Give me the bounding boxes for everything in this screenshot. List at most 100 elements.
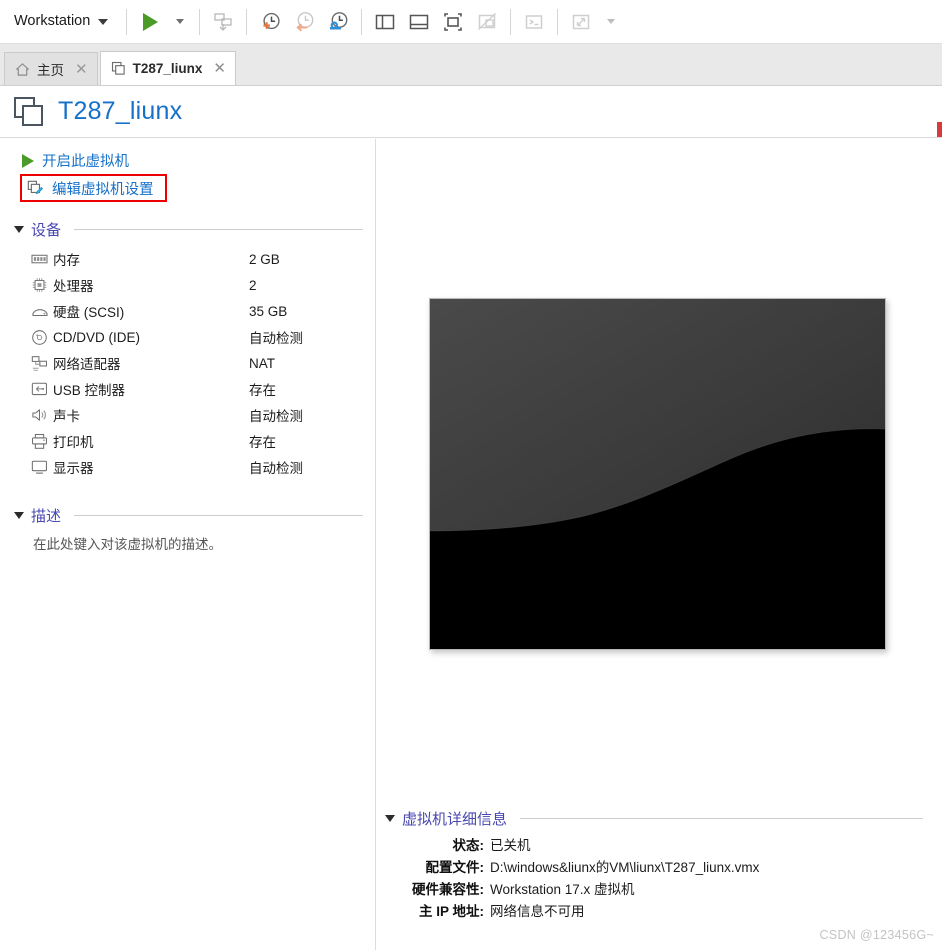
take-snapshot-button[interactable] xyxy=(253,5,287,39)
chevron-down-icon xyxy=(14,225,24,233)
divider xyxy=(74,228,363,230)
description-section-title: 描述 xyxy=(31,507,62,525)
close-icon[interactable]: ✕ xyxy=(213,61,226,76)
snapshot-manager-button[interactable] xyxy=(321,5,355,39)
vm-summary-left-panel: 开启此虚拟机 编辑虚拟机设置 设备 内存 2 GB 处理器 2 硬盘 (SCSI… xyxy=(0,139,376,950)
divider xyxy=(520,817,923,819)
stretch-icon xyxy=(573,14,590,29)
edit-vm-settings-link[interactable]: 编辑虚拟机设置 xyxy=(20,174,167,202)
device-row-display[interactable]: 显示器 自动检测 xyxy=(31,454,363,480)
toolbar-separator xyxy=(557,8,559,35)
home-icon xyxy=(16,62,29,76)
detail-row-hardware-compatibility: 硬件兼容性: Workstation 17.x 虚拟机 xyxy=(385,878,937,900)
detail-label: 配置文件: xyxy=(425,860,485,875)
devices-section: 设备 内存 2 GB 处理器 2 硬盘 (SCSI) 35 GB CD/DVD … xyxy=(0,218,375,480)
detail-value: Workstation 17.x 虚拟机 xyxy=(490,882,635,897)
vm-actions: 开启此虚拟机 编辑虚拟机设置 xyxy=(0,139,375,202)
chevron-down-icon xyxy=(176,19,185,24)
show-thumbnail-bar-button[interactable] xyxy=(402,5,436,39)
device-row-processor[interactable]: 处理器 2 xyxy=(31,272,363,298)
device-value: 2 xyxy=(249,277,257,293)
printer-icon xyxy=(31,433,53,450)
stretch-options-dropdown[interactable] xyxy=(598,5,624,39)
device-name: 显示器 xyxy=(53,461,94,476)
edit-settings-icon xyxy=(27,180,44,194)
tab-t287-liunx-label: T287_liunx xyxy=(132,61,203,76)
vm-details-section-header[interactable]: 虚拟机详细信息 xyxy=(385,807,937,829)
device-name: 硬盘 (SCSI) xyxy=(53,305,125,320)
play-icon xyxy=(142,12,158,31)
edit-vm-settings-label: 编辑虚拟机设置 xyxy=(52,181,154,198)
description-section: 描述 在此处键入对该虚拟机的描述。 xyxy=(0,504,375,553)
unity-mode-button[interactable] xyxy=(470,5,504,39)
devices-section-header[interactable]: 设备 xyxy=(14,218,363,240)
device-row-sound-card[interactable]: 声卡 自动检测 xyxy=(31,402,363,428)
terminal-icon xyxy=(526,14,543,29)
memory-icon xyxy=(31,252,53,267)
show-library-button[interactable] xyxy=(368,5,402,39)
vmware-workstation-window: Workstation 主页 ✕ T287_liunx ✕ T287_liunx… xyxy=(0,0,942,950)
devices-list: 内存 2 GB 处理器 2 硬盘 (SCSI) 35 GB CD/DVD (ID… xyxy=(14,246,363,480)
detail-label: 状态: xyxy=(452,838,485,853)
sound-icon xyxy=(31,407,53,423)
chevron-down-icon xyxy=(607,19,616,24)
power-on-vm-label: 开启此虚拟机 xyxy=(42,154,129,170)
devices-section-title: 设备 xyxy=(31,221,62,239)
detail-row-primary-ip: 主 IP 地址: 网络信息不可用 xyxy=(385,900,937,922)
vm-summary-right-panel: 虚拟机详细信息 状态: 已关机 配置文件: D:\windows&liunx的V… xyxy=(377,139,942,950)
enter-fullscreen-button[interactable] xyxy=(436,5,470,39)
detail-value: D:\windows&liunx的VM\liunx\T287_liunx.vmx xyxy=(490,860,760,875)
power-options-dropdown[interactable] xyxy=(167,5,193,39)
device-value: NAT xyxy=(249,355,275,371)
device-value: 自动检测 xyxy=(249,331,303,346)
power-on-vm-link[interactable]: 开启此虚拟机 xyxy=(22,148,375,173)
stretch-guest-button[interactable] xyxy=(564,5,598,39)
usb-icon xyxy=(31,381,53,397)
snapshot-revert-icon xyxy=(296,11,314,32)
page-title: T287_liunx xyxy=(58,97,183,125)
device-name: CD/DVD (IDE) xyxy=(53,329,140,345)
vm-preview-area xyxy=(429,298,886,650)
tab-t287-liunx[interactable]: T287_liunx ✕ xyxy=(99,51,236,85)
chevron-down-icon xyxy=(385,814,395,822)
toolbar-separator xyxy=(361,8,363,35)
send-key-icon xyxy=(214,12,232,31)
fullscreen-icon xyxy=(444,12,463,31)
description-section-header[interactable]: 描述 xyxy=(14,504,363,526)
vm-details-section-title: 虚拟机详细信息 xyxy=(402,810,508,828)
vm-preview-thumbnail[interactable] xyxy=(429,298,886,650)
vm-icon xyxy=(14,96,43,126)
device-row-cd-dvd[interactable]: CD/DVD (IDE) 自动检测 xyxy=(31,324,363,350)
thumbnail-bar-icon xyxy=(410,14,429,29)
detail-row-state: 状态: 已关机 xyxy=(385,834,937,856)
close-icon[interactable]: ✕ xyxy=(75,62,88,77)
device-name: 内存 xyxy=(53,253,80,268)
device-row-network-adapter[interactable]: 网络适配器 NAT xyxy=(31,350,363,376)
divider xyxy=(74,514,363,516)
description-placeholder[interactable]: 在此处键入对该虚拟机的描述。 xyxy=(14,533,363,553)
display-icon xyxy=(31,459,53,475)
toolbar-separator xyxy=(126,8,128,35)
toolbar-separator xyxy=(510,8,512,35)
device-row-memory[interactable]: 内存 2 GB xyxy=(31,246,363,272)
revert-snapshot-button[interactable] xyxy=(287,5,321,39)
vm-header: T287_liunx xyxy=(0,86,942,138)
device-value: 存在 xyxy=(249,435,276,450)
device-value: 自动检测 xyxy=(249,409,303,424)
vm-details-section: 虚拟机详细信息 状态: 已关机 配置文件: D:\windows&liunx的V… xyxy=(385,807,937,922)
device-row-usb-controller[interactable]: USB 控制器 存在 xyxy=(31,376,363,402)
workstation-menu-button[interactable]: Workstation xyxy=(0,5,120,39)
unity-mode-icon xyxy=(478,12,497,30)
detail-value: 已关机 xyxy=(490,838,531,853)
snapshot-manager-icon xyxy=(330,11,348,29)
toolbar-separator xyxy=(246,8,248,35)
console-button[interactable] xyxy=(517,5,551,39)
chevron-down-icon xyxy=(98,18,109,25)
send-ctrl-alt-del-button[interactable] xyxy=(206,5,240,39)
detail-row-config-file: 配置文件: D:\windows&liunx的VM\liunx\T287_liu… xyxy=(385,856,937,878)
power-on-button[interactable] xyxy=(133,5,167,39)
tab-home[interactable]: 主页 ✕ xyxy=(4,52,98,85)
detail-label: 硬件兼容性: xyxy=(412,882,484,897)
device-row-printer[interactable]: 打印机 存在 xyxy=(31,428,363,454)
device-row-hard-disk[interactable]: 硬盘 (SCSI) 35 GB xyxy=(31,298,363,324)
